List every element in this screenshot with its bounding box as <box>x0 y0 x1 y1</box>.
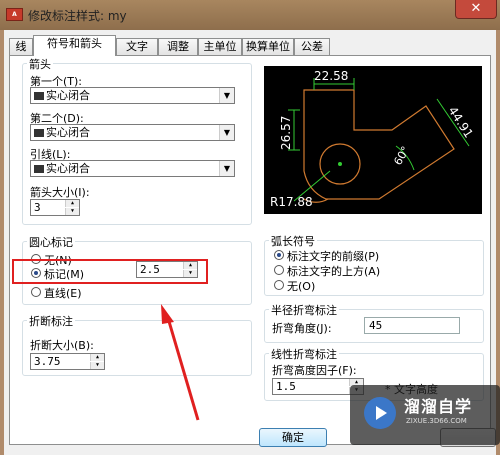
watermark: 溜溜自学 ZIXUE.3D66.COM <box>350 385 500 445</box>
tab-symbols-arrows[interactable]: 符号和箭头 <box>33 35 116 56</box>
play-logo-icon <box>364 397 396 429</box>
watermark-subtitle: ZIXUE.3D66.COM <box>406 417 467 425</box>
watermark-title: 溜溜自学 <box>404 397 473 416</box>
